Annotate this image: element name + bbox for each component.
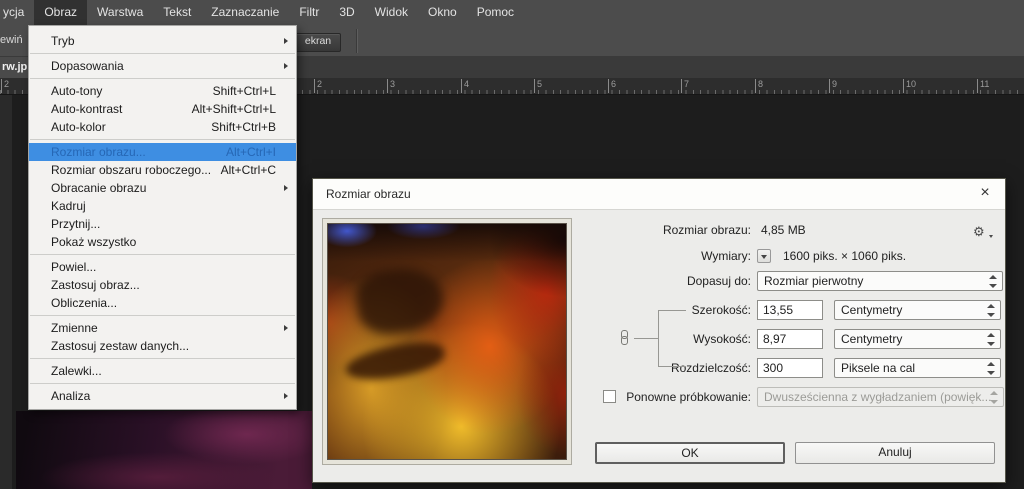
width-unit-select[interactable]: Centymetry — [834, 300, 1001, 320]
menu-item-przytnij[interactable]: Przytnij... — [29, 215, 296, 233]
menu-item-zmienne[interactable]: Zmienne — [29, 319, 296, 337]
options-bar-separator — [356, 29, 358, 53]
menu-item-zastosuj-zestaw-danych[interactable]: Zastosuj zestaw danych... — [29, 337, 296, 355]
menu-item-analiza[interactable]: Analiza — [29, 387, 296, 405]
menubar-item-pomoc[interactable]: Pomoc — [467, 0, 524, 25]
resolution-unit-select[interactable]: Piksele na cal — [834, 358, 1001, 378]
ruler-number: 2 — [0, 79, 10, 93]
size-label: Rozmiar obrazu: — [662, 223, 751, 237]
menu-separator — [29, 355, 296, 362]
chevron-right-icon — [284, 393, 288, 399]
menu-separator — [29, 312, 296, 319]
chevron-right-icon — [284, 325, 288, 331]
dialog-titlebar: Rozmiar obrazu × — [313, 179, 1005, 210]
resample-method-select: Dwusześcienna z wygładzaniem (powięk... — [757, 387, 1004, 407]
menu-separator — [29, 75, 296, 82]
menu-item-dopasowania[interactable]: Dopasowania — [29, 57, 296, 75]
ruler-number: 2 — [313, 79, 323, 93]
menu-item-tryb[interactable]: Tryb — [29, 32, 296, 50]
menu-item-auto-tony[interactable]: Auto-tony Shift+Ctrl+L — [29, 82, 296, 100]
ruler-number: 5 — [533, 79, 543, 93]
photoshop-window: ycja Obraz Warstwa Tekst Zaznaczanie Fil… — [0, 0, 1024, 489]
menubar-item-3d[interactable]: 3D — [329, 0, 364, 25]
ruler-number: 10 — [902, 79, 917, 93]
ruler-number: 8 — [754, 79, 764, 93]
gear-icon[interactable]: ⚙ — [973, 222, 993, 242]
menu-item-zastosuj-obraz[interactable]: Zastosuj obraz... — [29, 276, 296, 294]
ruler-number: 9 — [828, 79, 838, 93]
updown-arrows-icon — [987, 333, 995, 346]
height-unit-select[interactable]: Centymetry — [834, 329, 1001, 349]
ruler-number: 6 — [607, 79, 617, 93]
fit-to-label: Dopasuj do: — [686, 274, 751, 288]
menu-separator — [29, 251, 296, 258]
dimensions-unit-dropdown[interactable] — [757, 249, 771, 263]
obraz-menu-panel: Tryb Dopasowania Auto-tony Shift+Ctrl+L … — [28, 25, 297, 410]
menubar-item-edycja[interactable]: ycja — [2, 0, 34, 25]
ruler-number: 4 — [460, 79, 470, 93]
menu-item-rozmiar-obrazu[interactable]: Rozmiar obrazu... Alt+Ctrl+I — [29, 143, 296, 161]
menu-item-obracanie-obrazu[interactable]: Obracanie obrazu — [29, 179, 296, 197]
dimensions-value: 1600 piks. × 1060 piks. — [783, 249, 907, 263]
updown-arrows-icon — [987, 304, 995, 317]
menu-item-kadruj[interactable]: Kadruj — [29, 197, 296, 215]
cancel-button[interactable]: Anuluj — [795, 442, 995, 464]
menu-item-zalewki[interactable]: Zalewki... — [29, 362, 296, 380]
updown-arrows-icon — [989, 275, 997, 288]
panel-edge-strip — [0, 95, 12, 489]
menubar-item-zaznaczanie[interactable]: Zaznaczanie — [201, 0, 289, 25]
ruler-number: 7 — [680, 79, 690, 93]
menubar-item-obraz[interactable]: Obraz — [34, 0, 88, 25]
options-bar-partial-label: ewiń — [0, 34, 23, 46]
menu-item-powiel[interactable]: Powiel... — [29, 258, 296, 276]
menu-item-pokaz-wszystko[interactable]: Pokaż wszystko — [29, 233, 296, 251]
ruler-number: 3 — [386, 79, 396, 93]
menu-item-auto-kontrast[interactable]: Auto-kontrast Alt+Shift+Ctrl+L — [29, 100, 296, 118]
height-label: Wysokość: — [693, 332, 751, 346]
updown-arrows-icon — [987, 362, 995, 375]
chevron-right-icon — [284, 63, 288, 69]
menubar-item-widok[interactable]: Widok — [365, 0, 418, 25]
resolution-input[interactable] — [757, 358, 823, 378]
ok-button[interactable]: OK — [595, 442, 785, 464]
menu-separator — [29, 50, 296, 57]
chevron-down-icon — [989, 235, 993, 238]
menu-item-rozmiar-obszaru-roboczego[interactable]: Rozmiar obszaru roboczego... Alt+Ctrl+C — [29, 161, 296, 179]
fit-to-select[interactable]: Rozmiar pierwotny — [757, 271, 1003, 291]
close-icon[interactable]: × — [975, 183, 995, 203]
resample-label: Ponowne próbkowanie: — [626, 390, 751, 404]
size-value: 4,85 MB — [761, 223, 806, 237]
chevron-right-icon — [284, 185, 288, 191]
menubar-item-okno[interactable]: Okno — [418, 0, 467, 25]
fit-screen-button[interactable]: ekran — [295, 33, 341, 52]
menu-separator — [29, 380, 296, 387]
height-input[interactable] — [757, 329, 823, 349]
menubar-item-filtr[interactable]: Filtr — [289, 0, 329, 25]
dimensions-label: Wymiary: — [701, 249, 751, 263]
menu-separator — [29, 136, 296, 143]
width-label: Szerokość: — [691, 303, 751, 317]
document-canvas-image — [16, 411, 312, 489]
width-input[interactable] — [757, 300, 823, 320]
menubar-item-tekst[interactable]: Tekst — [153, 0, 201, 25]
menubar: ycja Obraz Warstwa Tekst Zaznaczanie Fil… — [0, 0, 1024, 25]
chevron-right-icon — [284, 38, 288, 44]
resolution-label: Rozdzielczość: — [670, 361, 751, 375]
image-size-dialog: Rozmiar obrazu × Rozmiar obrazu: 4,85 MB… — [312, 178, 1006, 483]
menubar-item-warstwa[interactable]: Warstwa — [87, 0, 153, 25]
ruler-number: 11 — [976, 79, 990, 93]
constrain-bracket — [634, 338, 658, 339]
menu-item-auto-kolor[interactable]: Auto-kolor Shift+Ctrl+B — [29, 118, 296, 136]
constrain-bracket — [658, 310, 686, 367]
updown-arrows-icon — [990, 391, 998, 404]
menu-item-obliczenia[interactable]: Obliczenia... — [29, 294, 296, 312]
link-icon[interactable] — [620, 330, 629, 346]
dialog-title: Rozmiar obrazu — [326, 187, 411, 201]
